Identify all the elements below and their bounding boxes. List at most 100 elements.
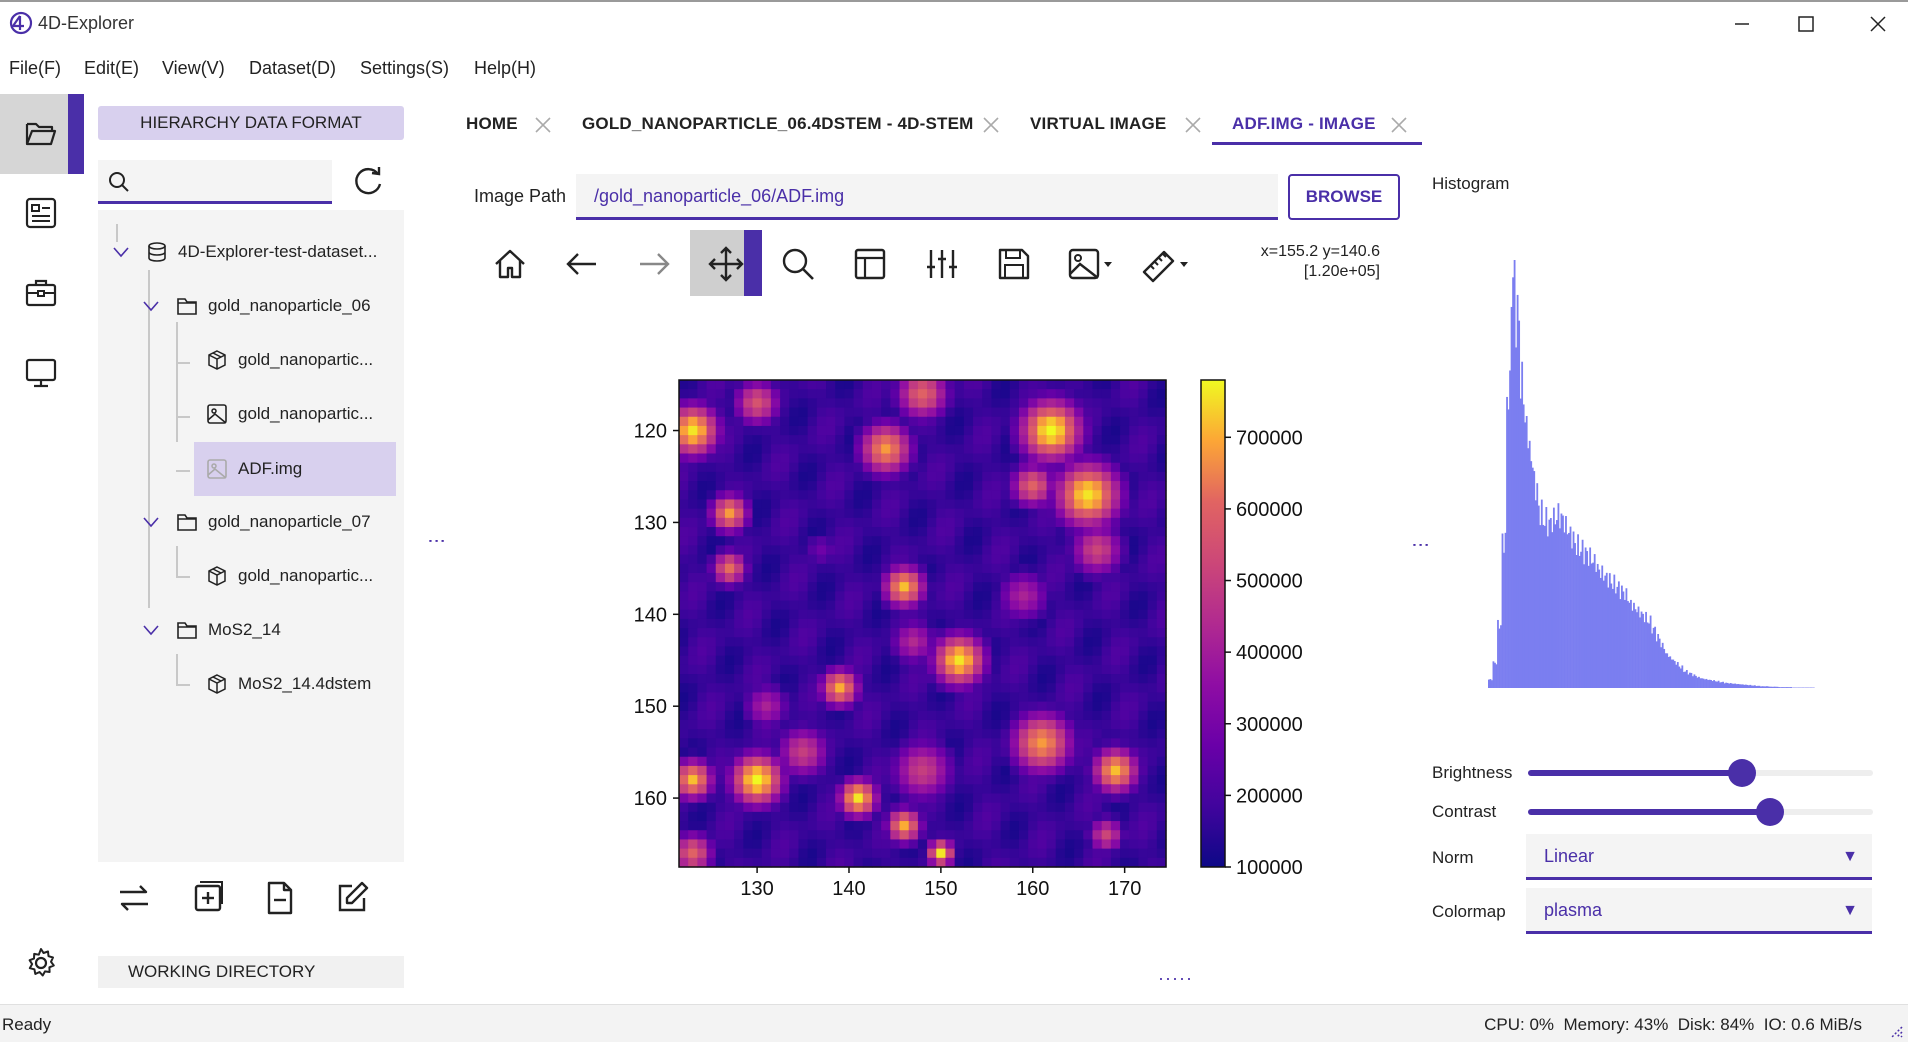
colormap-select[interactable]: plasma ▼: [1526, 888, 1872, 934]
tree-row-dataset[interactable]: 4D-Explorer-test-dataset...: [98, 232, 404, 272]
remove-file-icon[interactable]: [262, 880, 298, 916]
menu-settings[interactable]: Settings(S): [360, 58, 449, 79]
subplots-icon[interactable]: [850, 244, 890, 284]
ruler-icon[interactable]: [1140, 244, 1196, 284]
heatmap-cell: [1156, 857, 1167, 868]
heatmap-cell: [927, 729, 937, 739]
close-tab-icon[interactable]: [982, 116, 1000, 134]
tab-adf-image[interactable]: ADF.IMG - IMAGE: [1232, 114, 1376, 134]
contrast-slider-thumb[interactable]: [1755, 798, 1784, 826]
menu-edit[interactable]: Edit(E): [84, 58, 139, 79]
working-directory[interactable]: WORKING DIRECTORY: [98, 956, 404, 988]
heatmap-cell: [890, 701, 901, 712]
pan-icon[interactable]: [706, 244, 746, 284]
tab-virtual-image[interactable]: VIRTUAL IMAGE: [1030, 114, 1166, 134]
tab-home[interactable]: HOME: [466, 114, 518, 134]
heatmap-cell: [862, 563, 873, 574]
close-tab-icon[interactable]: [1184, 116, 1202, 134]
tree-row-folder[interactable]: gold_nanoparticle_07: [98, 502, 404, 542]
chevron-down-icon[interactable]: [142, 516, 160, 528]
zoom-icon[interactable]: [778, 244, 818, 284]
resize-grip-icon[interactable]: [1888, 1023, 1904, 1039]
menu-help[interactable]: Help(H): [474, 58, 536, 79]
heatmap-plot[interactable]: 130 140 150 160 170120130140150160 100000200…: [600, 370, 1360, 910]
heatmap-cell: [1138, 471, 1149, 482]
chevron-down-icon[interactable]: [112, 246, 130, 258]
heatmap-cell: [1101, 646, 1112, 657]
heatmap-cell: [1000, 793, 1011, 804]
chevron-down-icon[interactable]: [142, 300, 160, 312]
heatmap-cell: [927, 811, 937, 822]
browse-button[interactable]: BROWSE: [1288, 174, 1400, 220]
search-input[interactable]: [98, 160, 332, 204]
image-path-field[interactable]: /gold_nanoparticle_06/ADF.img: [576, 174, 1278, 220]
heatmap-cell: [1018, 554, 1029, 565]
close-tab-icon[interactable]: [1390, 116, 1408, 134]
menu-file[interactable]: File(F): [9, 58, 61, 79]
back-icon[interactable]: [562, 244, 602, 284]
add-file-icon[interactable]: [190, 880, 226, 916]
tree-row-file[interactable]: MoS2_14.4dstem: [98, 664, 404, 704]
tree-row-file[interactable]: gold_nanopartic...: [98, 556, 404, 596]
explorer-activity-button[interactable]: [0, 94, 84, 174]
tree-row-file[interactable]: gold_nanopartic...: [98, 340, 404, 380]
minimize-icon[interactable]: [1722, 10, 1762, 38]
heatmap-cell: [770, 517, 781, 528]
info-activity-button[interactable]: [0, 174, 84, 252]
heatmap-cell: [927, 490, 937, 501]
heatmap-cell: [871, 802, 882, 813]
maximize-icon[interactable]: [1786, 10, 1826, 38]
heatmap-cell: [1046, 416, 1057, 427]
edit-icon[interactable]: [334, 880, 370, 916]
tree-row-selected[interactable]: ADF.img: [194, 442, 396, 496]
menu-dataset[interactable]: Dataset(D): [249, 58, 336, 79]
heatmap-cell: [688, 692, 698, 703]
heatmap-cell: [1018, 674, 1029, 684]
close-tab-icon[interactable]: [534, 116, 552, 134]
norm-select[interactable]: Linear ▼: [1526, 834, 1872, 880]
refresh-icon[interactable]: [350, 164, 386, 200]
heatmap-cell: [945, 407, 956, 418]
heatmap-cell: [761, 821, 772, 831]
heatmap-cell: [679, 407, 689, 418]
heatmap-cell: [1101, 416, 1112, 427]
image-options-icon[interactable]: [1066, 244, 1120, 284]
swap-icon[interactable]: [116, 880, 152, 916]
menu-view[interactable]: View(V): [162, 58, 225, 79]
chevron-down-icon[interactable]: [142, 624, 160, 636]
brightness-slider-thumb[interactable]: [1727, 759, 1756, 787]
home-icon[interactable]: [490, 244, 530, 284]
bottom-splitter-handle[interactable]: ·····: [1158, 968, 1193, 989]
save-icon[interactable]: [994, 244, 1034, 284]
right-splitter-handle[interactable]: ⋮: [1410, 536, 1432, 555]
tree-row-folder[interactable]: gold_nanoparticle_06: [98, 286, 404, 326]
forward-icon[interactable]: [634, 244, 674, 284]
heatmap-cell: [871, 848, 882, 859]
tree-row-file[interactable]: gold_nanopartic...: [98, 394, 404, 434]
tools-activity-button[interactable]: [0, 254, 84, 332]
customize-icon[interactable]: [922, 244, 962, 284]
tree-row-folder[interactable]: MoS2_14: [98, 610, 404, 650]
heatmap-cell: [761, 527, 772, 537]
heatmap-cell: [945, 738, 956, 749]
heatmap-cell: [1101, 471, 1112, 482]
heatmap-cell: [1046, 729, 1057, 739]
close-window-icon[interactable]: [1858, 10, 1898, 38]
tab-4dstem[interactable]: GOLD_NANOPARTICLE_06.4DSTEM - 4D-STEM: [582, 114, 974, 134]
heatmap-cell: [871, 830, 882, 841]
monitor-activity-button[interactable]: [0, 334, 84, 412]
heatmap-cell: [1055, 536, 1066, 546]
heatmap-cell: [752, 490, 763, 501]
heatmap-cell: [1156, 710, 1167, 721]
heatmap-cell: [752, 683, 763, 694]
heatmap-cell: [816, 435, 827, 445]
heatmap-cell: [816, 471, 827, 482]
left-splitter-handle[interactable]: ⋮: [426, 532, 448, 551]
settings-activity-button[interactable]: [0, 924, 84, 1004]
heatmap-cell: [1064, 536, 1075, 546]
heatmap-cell: [862, 618, 873, 629]
heatmap-cell: [1138, 802, 1149, 813]
heatmap-cell: [1000, 628, 1011, 638]
heatmap-cell: [826, 425, 836, 436]
heatmap-cell: [1120, 848, 1130, 859]
